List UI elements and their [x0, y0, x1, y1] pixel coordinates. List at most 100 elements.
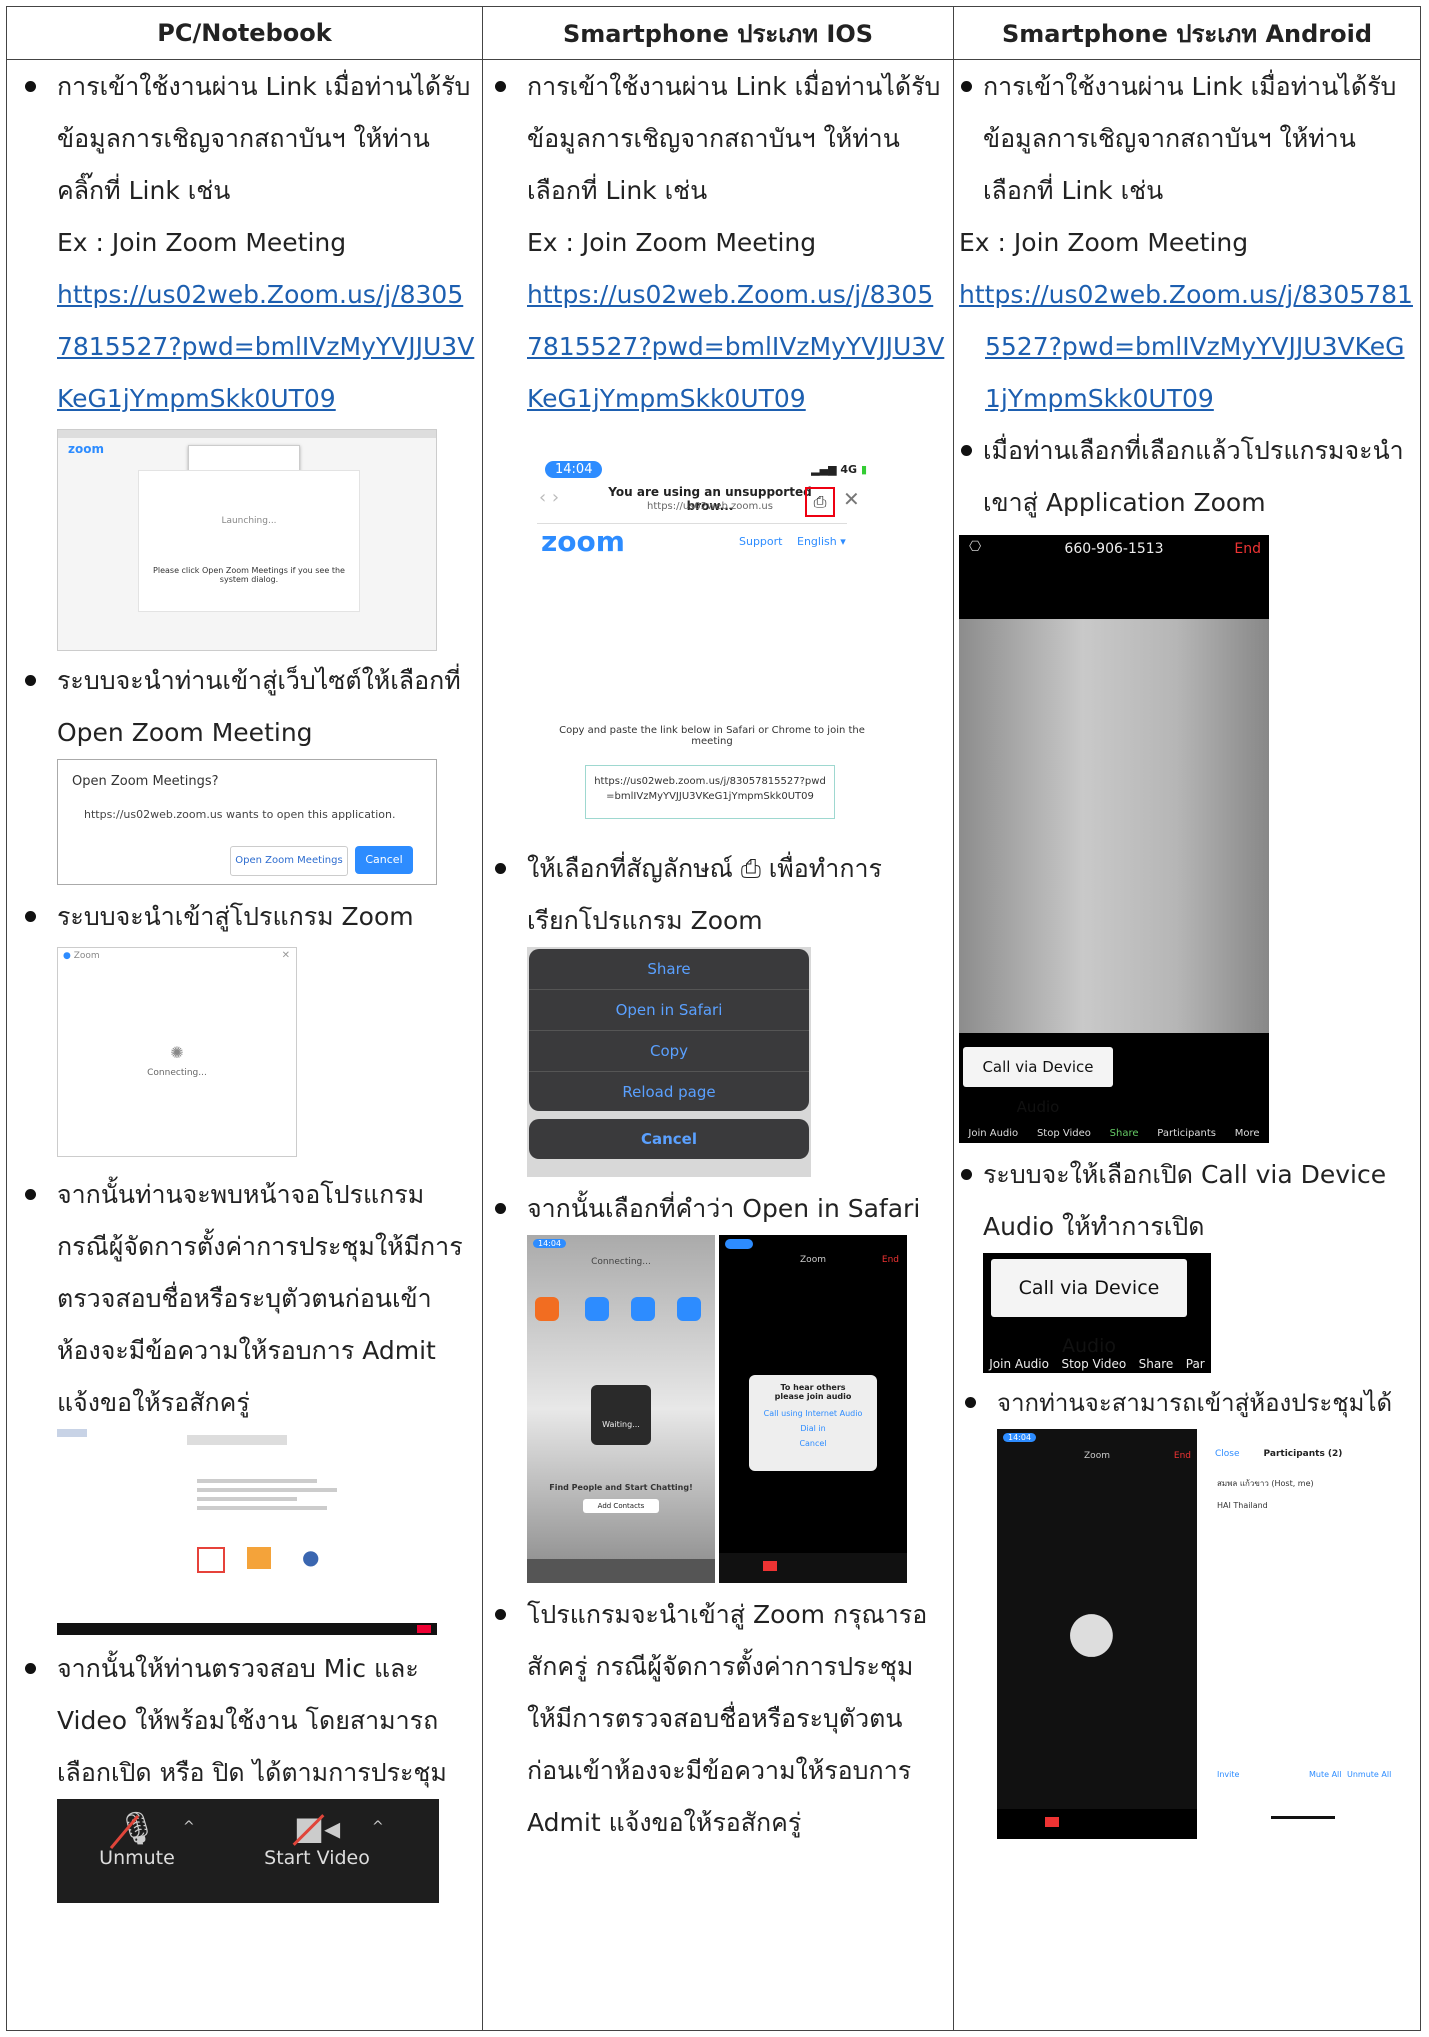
meeting-link[interactable]: KeG1jYmpmSkk0UT09	[57, 373, 474, 425]
unmute-button[interactable]: 🎙 Unmute	[97, 1809, 177, 1869]
mute-all-button[interactable]: Mute All	[1309, 1770, 1342, 1779]
ios-join-audio-screen: Zoom End To hear others please join audi…	[719, 1235, 907, 1583]
cancel-button[interactable]: Cancel	[355, 846, 413, 874]
android-step-3: ระบบจะให้เลือกเปิด Call via Device Audio…	[959, 1149, 1414, 1253]
participants-title: Participants (2)	[1263, 1449, 1343, 1459]
find-people-text: Find People and Start Chatting!	[549, 1483, 693, 1492]
menu-reload-page[interactable]: Reload page	[529, 1072, 809, 1111]
open-zoom-meetings-button[interactable]: Open Zoom Meetings	[230, 846, 348, 876]
meeting-link-box[interactable]: https://us02web.zoom.us/j/83057815527?pw…	[585, 765, 835, 819]
meeting-link[interactable]: https://us02web.Zoom.us/j/8305	[527, 269, 944, 321]
join-audio-button[interactable]: Join Audio	[989, 1357, 1049, 1371]
meeting-link[interactable]: 7815527?pwd=bmlIVzMyYVJJU3V	[57, 321, 474, 373]
stop-video-button[interactable]: Stop Video	[1037, 1128, 1091, 1139]
signal-status: ▂▄▆ 4G ▮	[811, 463, 867, 476]
bullet	[495, 81, 506, 92]
share-button[interactable]: Share	[1110, 1128, 1139, 1139]
column-divider	[482, 7, 483, 2030]
ios-step-2: ให้เลือกที่สัญลักษณ์ ⎙ เพื่อทำการ เรียกโ…	[489, 843, 944, 947]
step-text: Ex : Join Zoom Meeting	[57, 228, 347, 257]
step-text: กรณีผู้จัดการตั้งค่าการประชุมให้มีการ	[57, 1232, 463, 1261]
close-icon[interactable]: ✕	[282, 950, 290, 961]
connecting-window: ● Zoom ✕ ✺ Connecting...	[57, 947, 297, 1157]
pc-step-5: จากนั้นให้ท่านตรวจสอบ Mic และ Video ให้พ…	[19, 1643, 474, 1799]
more-button[interactable]: More	[1235, 1128, 1260, 1139]
pc-step-2: ระบบจะนำท่านเข้าสู่เว็บไซต์ให้เลือกที่ O…	[19, 655, 474, 759]
connecting-text: Connecting...	[591, 1257, 651, 1267]
waiting-indicator: Waiting...	[591, 1385, 651, 1445]
participant-name: สมพล แก้วขาว (Host, me)	[1217, 1479, 1314, 1488]
open-zoom-dialog: Open Zoom Meetings? https://us02web.zoom…	[57, 759, 437, 885]
ios-connecting-screen: 14:04 Connecting... Waiting... Find Peop…	[527, 1235, 715, 1583]
zoom-icon: ●	[63, 951, 71, 961]
call-via-device-audio-button[interactable]: Call via Device Audio	[963, 1047, 1113, 1116]
meeting-link[interactable]: 1jYmpmSkk0UT09	[959, 373, 1414, 425]
end-button[interactable]: End	[1174, 1451, 1191, 1461]
menu-open-in-safari[interactable]: Open in Safari	[529, 990, 809, 1031]
meeting-link[interactable]: 7815527?pwd=bmlIVzMyYVJJU3V	[527, 321, 944, 373]
step-text: คลิ๊กที่ Link เช่น	[57, 176, 231, 205]
support-link[interactable]: Support	[739, 535, 782, 548]
column-divider	[953, 7, 954, 2030]
meeting-link[interactable]: https://us02web.Zoom.us/j/8305	[57, 269, 474, 321]
step-text: Video ให้พร้อมใช้งาน โดยสามารถ	[57, 1706, 439, 1735]
meeting-link[interactable]: https://us02web.Zoom.us/j/8305781	[959, 269, 1414, 321]
end-button[interactable]: End	[1234, 541, 1261, 557]
step-text: ให้มีการตรวจสอบชื่อหรือระบุตัวตน	[527, 1704, 903, 1733]
step-text: เลือกที่ Link เช่น	[983, 176, 1164, 205]
chevron-up-icon[interactable]: ^	[372, 1819, 384, 1835]
zoom-title: Zoom	[800, 1255, 826, 1265]
menu-copy[interactable]: Copy	[529, 1031, 809, 1072]
step-text: ข้อมูลการเชิญจากสถาบันฯ ให้ท่าน	[983, 124, 1356, 153]
unmute-label: Unmute	[99, 1847, 175, 1869]
language-select[interactable]: English ▾	[797, 535, 846, 548]
invite-button[interactable]: Invite	[1217, 1770, 1239, 1779]
step-text: การเข้าใช้งานผ่าน Link เมื่อท่านได้รับ	[983, 72, 1397, 101]
back-icon[interactable]: ‹ ›	[539, 487, 559, 508]
meeting-link[interactable]: KeG1jYmpmSkk0UT09	[527, 373, 944, 425]
close-icon[interactable]: ✕	[843, 487, 860, 511]
meeting-link[interactable]: 5527?pwd=bmlIVzMyYVJJU3VKeG	[959, 321, 1414, 373]
android-meeting-link[interactable]: https://us02web.Zoom.us/j/8305781 5527?p…	[959, 269, 1414, 425]
step-text: จากนั้นให้ท่านตรวจสอบ Mic และ	[57, 1654, 419, 1683]
step-text: โปรแกรมจะนำเข้าสู่ Zoom กรุณารอ	[527, 1600, 928, 1629]
android-step-4: จากท่านจะสามารถเข้าสู่ห้องประชุมได้	[959, 1377, 1414, 1429]
start-video-label: Start Video	[264, 1847, 370, 1869]
dial-in-button[interactable]: Dial in	[749, 1424, 877, 1433]
start-video-button[interactable]: ■◂ Start Video	[257, 1809, 377, 1869]
android-meeting-screen: 14:04 Zoom End ●	[997, 1429, 1197, 1839]
step-text: เขาสู่ Application Zoom	[983, 488, 1266, 517]
ios-step-1: การเข้าใช้งานผ่าน Link เมื่อท่านได้รับ ข…	[489, 61, 944, 425]
end-button[interactable]: End	[882, 1255, 899, 1265]
instruction-table: PC/Notebook Smartphone ประเภท IOS Smartp…	[6, 6, 1421, 2031]
step-text: เรียกโปรแกรม Zoom	[527, 906, 763, 935]
unmute-all-button[interactable]: Unmute All	[1347, 1770, 1391, 1779]
share-icon[interactable]: ⎙	[805, 487, 835, 517]
step-text: จากนั้นเลือกที่คำว่า Open in Safari	[527, 1194, 921, 1223]
connecting-status: Connecting...	[147, 1068, 207, 1078]
launching-screenshot: zoom Launching... Please click Open Zoom…	[57, 429, 437, 651]
join-audio-button[interactable]: Join Audio	[968, 1128, 1018, 1139]
ios-browser-screenshot: 14:04 ▂▄▆ 4G ▮ ‹ › You are using an unsu…	[527, 455, 907, 835]
share-button[interactable]: Share	[1139, 1357, 1174, 1371]
status-time: 14:04	[1003, 1433, 1037, 1442]
bullet	[25, 1663, 36, 1674]
header-pc: PC/Notebook	[157, 19, 332, 47]
chevron-up-icon[interactable]: ^	[183, 1819, 195, 1835]
bullet	[25, 675, 36, 686]
add-contacts-button[interactable]: Add Contacts	[583, 1499, 659, 1513]
call-via-device-audio-button[interactable]: Call via Device Audio	[991, 1259, 1187, 1357]
header-android: Smartphone ประเภท Android	[1001, 19, 1373, 48]
cancel-button[interactable]: Cancel	[749, 1439, 877, 1448]
participants-button[interactable]: Participants	[1157, 1128, 1216, 1139]
step-text: เลือกที่ Link เช่น	[527, 176, 708, 205]
step-text: เมื่อท่านเลือกที่เลือกแล้วโปรแกรมจะนำ	[983, 436, 1404, 465]
stop-video-button[interactable]: Stop Video	[1061, 1357, 1126, 1371]
bullet	[495, 1203, 506, 1214]
menu-share[interactable]: Share	[529, 949, 809, 990]
bullet	[961, 81, 972, 92]
cancel-button[interactable]: Cancel	[529, 1119, 809, 1159]
participants-button[interactable]: Par	[1186, 1357, 1205, 1371]
call-internet-audio-button[interactable]: Call using Internet Audio	[749, 1409, 877, 1418]
signal-icon: ▂▄▆	[811, 463, 837, 476]
